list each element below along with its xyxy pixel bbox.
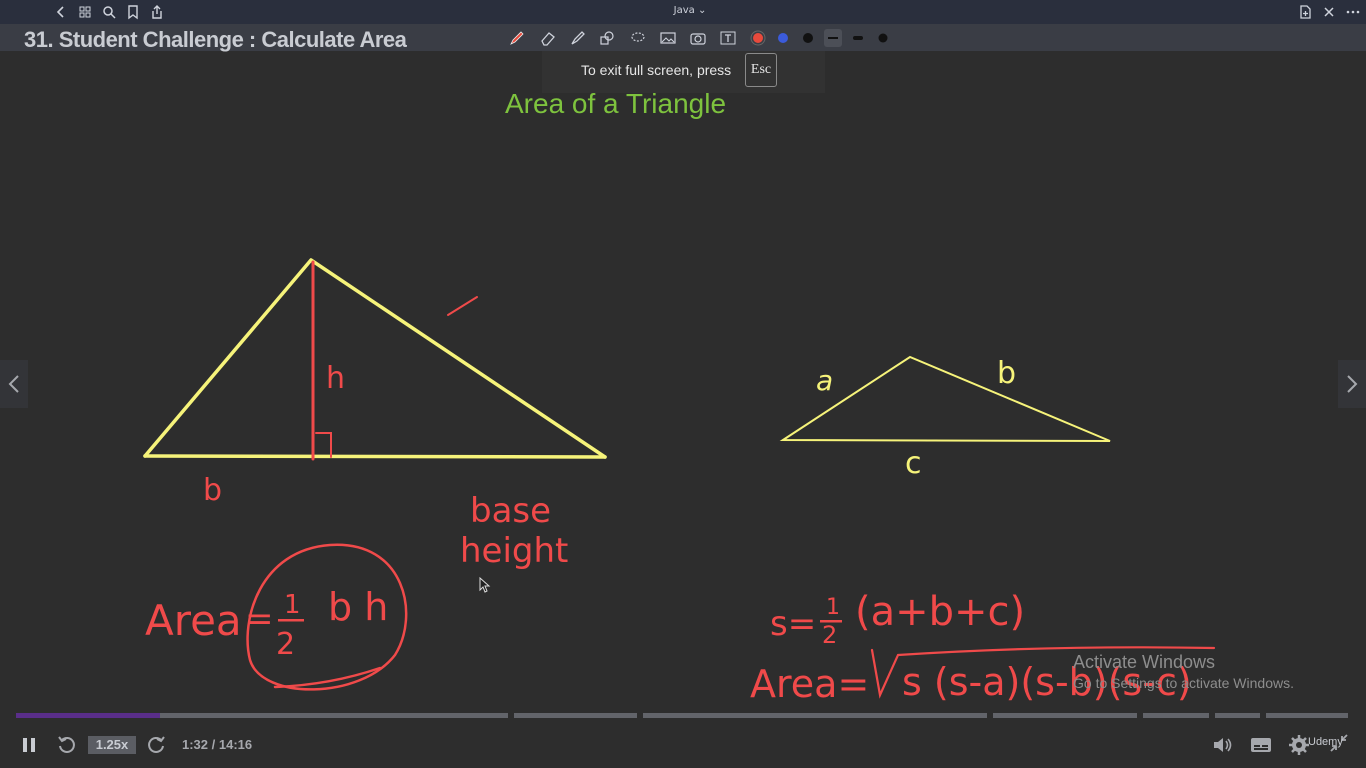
s-frac-one: 1 [826,595,840,620]
fullscreen-hint: To exit full screen, press Esc [542,51,825,93]
watermark-line1: Activate Windows [1073,652,1216,672]
label-height: height [460,531,568,571]
udemy-logo: Udemy [1308,736,1343,748]
s-frac-two: 2 [822,621,837,649]
chapter-segment[interactable] [1215,713,1260,718]
activate-windows-watermark: Activate Windows Go to Settings to activ… [1073,652,1294,691]
chapter-segment[interactable] [1266,713,1348,718]
red-annotations: h b base height Area = 1 2 b h s= 1 2 (a… [145,361,1192,706]
playback-speed-button[interactable]: 1.25x [88,736,136,754]
playback-time: 1:32 / 14:16 [182,737,253,752]
settings-gear-icon[interactable] [1288,734,1310,756]
next-lecture-button[interactable] [1338,360,1366,408]
bh-text: b h [328,585,388,629]
chapter-segment[interactable] [993,713,1137,718]
watermark-line2: Go to Settings to activate Windows. [1073,675,1294,691]
esc-key: Esc [745,53,777,87]
mouse-cursor [479,576,491,593]
label-side-b: b [997,356,1016,391]
volume-icon[interactable] [1212,735,1234,755]
chapter-segment[interactable] [514,713,637,718]
label-b: b [203,473,222,508]
video-progress-bar[interactable] [16,713,1352,719]
captions-icon[interactable] [1250,736,1272,754]
forward-icon[interactable] [145,734,167,756]
label-c: c [905,446,922,481]
triangle-left [143,258,607,459]
frac-bar [278,619,304,622]
player-controls: 1.25x 1:32 / 14:16 Udemy [0,722,1366,768]
chapter-segment[interactable] [643,713,987,718]
heron-area: Area= [750,662,869,706]
whiteboard-canvas[interactable]: h b base height Area = 1 2 b h s= 1 2 (a… [0,51,1366,711]
progress-played [16,713,161,718]
s-formula-lhs: s= [770,604,816,644]
label-a: a [816,364,833,397]
fullscreen-hint-text: To exit full screen, press [581,62,732,78]
label-h: h [326,361,345,396]
label-base: base [470,491,551,531]
s-formula-rhs: (a+b+c) [855,589,1025,635]
area-equals: = [245,599,274,639]
area-word: Area [145,596,242,645]
pause-button[interactable] [20,736,38,754]
chapter-segment[interactable] [1143,713,1209,718]
frac-one: 1 [284,590,301,620]
rewind-icon[interactable] [56,734,78,756]
previous-lecture-button[interactable] [0,360,28,408]
frac-two: 2 [276,627,295,662]
yellow-labels: a b c [816,356,1016,481]
